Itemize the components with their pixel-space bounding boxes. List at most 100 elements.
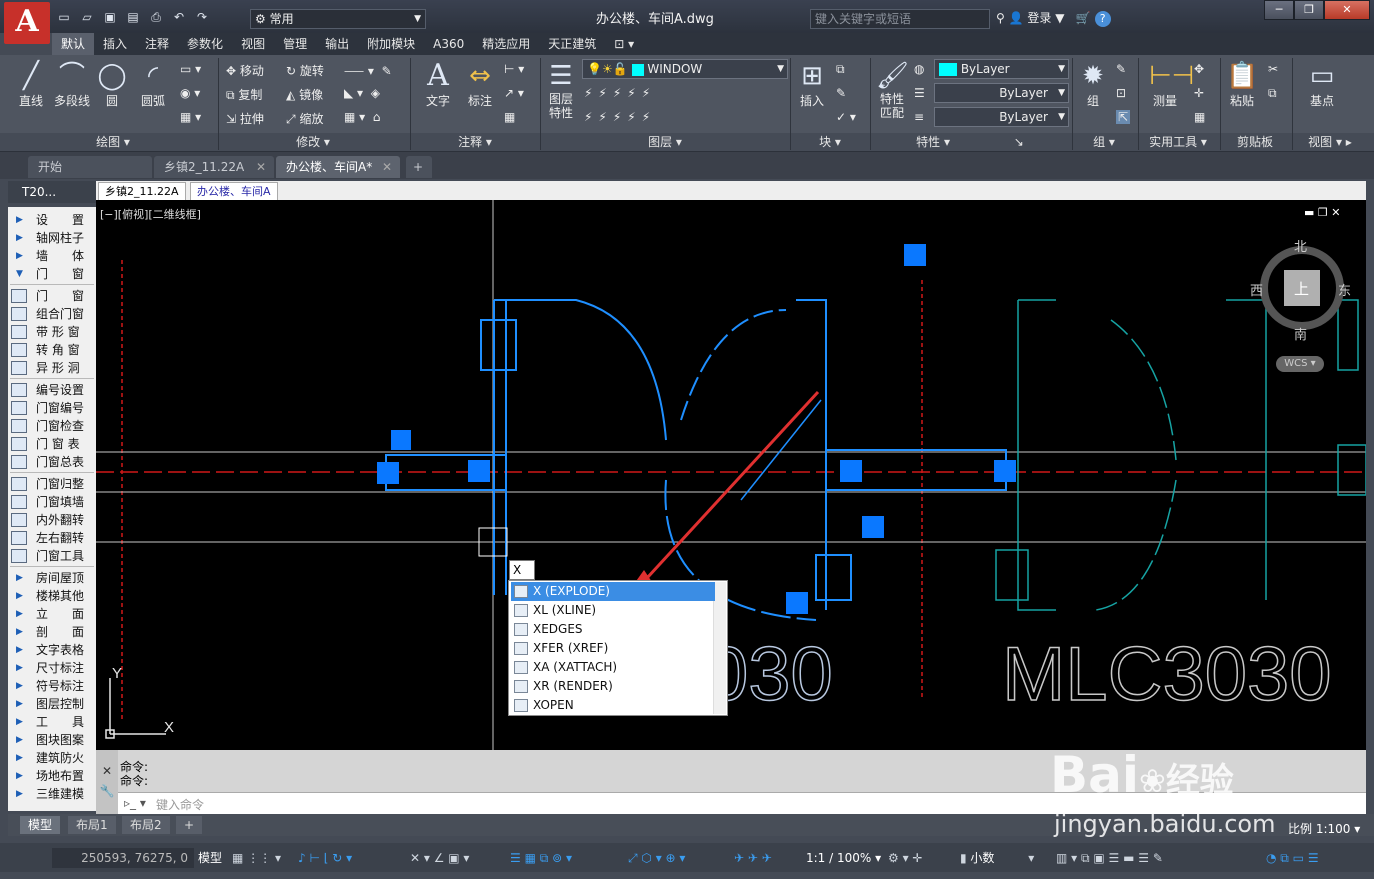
arc-button[interactable]: ◜ 圆弧 [136, 60, 170, 109]
group-button[interactable]: ✹ 组 [1076, 60, 1110, 109]
rectangle-icon[interactable]: ▭ ▾ [180, 62, 201, 76]
workspace-gear-icon[interactable]: ⚙ ▾ ✛ [888, 848, 922, 868]
isolate-icon[interactable]: ◔ ⧉ ▭ ☰ [1266, 848, 1319, 868]
region-icon[interactable]: ▦ ▾ [180, 110, 201, 124]
sidebar-item[interactable]: ▶ 图块图案 [8, 731, 96, 749]
tab-addins[interactable]: 附加模块 [358, 33, 424, 55]
leader-icon[interactable]: ↗ ▾ [504, 86, 524, 100]
measure-button[interactable]: ⊢⊣ 测量 [1146, 60, 1194, 109]
save-as-icon[interactable]: ▤ [123, 8, 143, 26]
snap-icon[interactable]: ♪ ⊢ ⌊ ↻ ▾ [298, 848, 352, 868]
sidebar-item[interactable]: 门窗工具 [8, 547, 96, 565]
insert-block-button[interactable]: ⊞ 插入 [794, 60, 830, 109]
tab-parametric[interactable]: 参数化 [178, 33, 232, 55]
polyline-button[interactable]: ⌒ 多段线 [50, 60, 94, 109]
mirror-button[interactable]: ◭ 镜像 [286, 86, 323, 103]
sidebar-item[interactable]: 门窗填墙 [8, 493, 96, 511]
minimize-button[interactable]: ─ [1264, 0, 1294, 20]
annotation-scale-icon[interactable]: ✈ ✈ ✈ [734, 848, 772, 868]
view-panel-label[interactable]: 视图 ▾ ▸ [1292, 133, 1368, 151]
sidebar-item[interactable]: 门窗检查 [8, 417, 96, 435]
modify-panel-label[interactable]: 修改 ▾ [218, 133, 408, 151]
line-button[interactable]: ╱ 直线 [14, 60, 48, 109]
print-icon[interactable]: ⎙ [146, 8, 166, 26]
close-command-icon[interactable]: ✕ [96, 764, 118, 778]
cart-icon[interactable]: 🛒 [1076, 11, 1091, 25]
paste-button[interactable]: 📋 粘贴 [1224, 60, 1260, 109]
sidebar-item[interactable]: ▶ 轴网柱子 [8, 229, 96, 247]
autocomplete-item[interactable]: XFER (XREF) [511, 639, 715, 658]
sidebar-item[interactable]: ▶ 墙 体 [8, 247, 96, 265]
base-view-button[interactable]: ▭ 基点 [1300, 60, 1344, 109]
application-menu-button[interactable]: A [4, 2, 50, 44]
dimension-button[interactable]: ⇔ 标注 [462, 60, 498, 109]
match-properties-button[interactable]: 🖌 特性 匹配 [874, 60, 910, 120]
annotation-panel-label[interactable]: 注释 ▾ [410, 133, 540, 151]
tab-view[interactable]: 视图 [232, 33, 274, 55]
compass-east[interactable]: 东 [1338, 280, 1351, 299]
lineweight-icon[interactable]: ≡ [914, 110, 924, 124]
command-prompt-icon[interactable]: ▹_ ▾ [124, 796, 146, 810]
sidebar-item[interactable]: ▶ 建筑防火 [8, 749, 96, 767]
tab-layout2[interactable]: 布局2 [122, 816, 170, 834]
redo-icon[interactable]: ↷ [192, 8, 212, 26]
autocomplete-item[interactable]: XL (XLINE) [511, 601, 715, 620]
sidebar-item[interactable]: 转 角 窗 [8, 341, 96, 359]
sidebar-item[interactable]: 门窗编号 [8, 399, 96, 417]
copy-button[interactable]: ⧉ 复制 [226, 86, 262, 103]
sidebar-item[interactable]: 门 窗 表 [8, 435, 96, 453]
help-icon[interactable]: ? [1094, 11, 1111, 27]
save-icon[interactable]: ▣ [100, 8, 120, 26]
table-icon[interactable]: ▦ [504, 110, 515, 124]
tab-manage[interactable]: 管理 [274, 33, 316, 55]
autocomplete-item[interactable]: XR (RENDER) [511, 677, 715, 696]
compass-north[interactable]: 北 [1294, 236, 1307, 255]
ortho-icon[interactable]: ✕ ▾ ∠ ▣ ▾ [410, 848, 469, 868]
utilities-panel-label[interactable]: 实用工具 ▾ [1138, 133, 1218, 151]
sidebar-item[interactable]: 门窗总表 [8, 453, 96, 471]
block-panel-label[interactable]: 块 ▾ [790, 133, 870, 151]
text-button[interactable]: A 文字 [420, 60, 456, 109]
tab-default[interactable]: 默认 [52, 33, 95, 55]
array-icon[interactable]: ▦ ▾ ⌂ [344, 110, 380, 124]
layer-properties-button[interactable]: ☰ 图层 特性 [544, 60, 578, 120]
status-tools-icon[interactable]: ▥ ▾ ⧉ ▣ ☰ ▬ ☰ ✎ [1056, 848, 1163, 868]
wcs-menu[interactable]: WCS ▾ [1276, 356, 1324, 372]
autocomplete-item[interactable]: XEDGES [511, 620, 715, 639]
lineweight-toggle-icon[interactable]: ☰ ▦ ⧉ ⊚ ▾ [510, 848, 572, 868]
new-tab-button[interactable]: + [406, 156, 432, 178]
sidebar-item[interactable]: ▶ 房间屋顶 [8, 569, 96, 587]
color-select[interactable]: ByLayer ▼ [934, 59, 1069, 79]
attribute-icon[interactable]: ✓ ▾ [836, 110, 856, 124]
customize-icon[interactable]: 🔧 [96, 784, 118, 798]
login-button[interactable]: ⚲ 👤 登录 ▼ 🛒 ? [996, 9, 1111, 27]
viewport-scale[interactable]: 比例 1:100 ▾ [1288, 820, 1360, 837]
sidebar-item[interactable]: 编号设置 [8, 381, 96, 399]
sidebar-item[interactable]: ▶ 楼梯其他 [8, 587, 96, 605]
sidebar-item[interactable]: ▶ 工 具 [8, 713, 96, 731]
rotate-button[interactable]: ↻ 旋转 [286, 62, 324, 79]
move-button[interactable]: ✥ 移动 [226, 62, 264, 79]
sidebar-item[interactable]: 异 形 洞 [8, 359, 96, 377]
circle-button[interactable]: ◯ 圆 [96, 60, 128, 109]
sidebar-item[interactable]: 门 窗 [8, 287, 96, 305]
groups-panel-label[interactable]: 组 ▾ [1072, 133, 1136, 151]
close-button[interactable]: ✕ [1324, 0, 1370, 20]
fillet-icon[interactable]: ◣ ▾ ◈ [344, 86, 380, 100]
sidebar-item[interactable]: 左右翻转 [8, 529, 96, 547]
command-window-handle[interactable]: ✕ 🔧 [96, 750, 118, 814]
viewcube-top-label[interactable]: 上 [1294, 278, 1309, 299]
autocomplete-item[interactable]: XOPEN [511, 696, 715, 715]
sidebar-item[interactable]: ▶ 场地布置 [8, 767, 96, 785]
sidebar-item[interactable]: ▶ 符号标注 [8, 677, 96, 695]
drawing-tab-office[interactable]: 办公楼、车间A [190, 182, 278, 200]
tab-insert[interactable]: 插入 [94, 33, 136, 55]
file-tab-town[interactable]: 乡镇2_11.22A ✕ [154, 156, 274, 178]
sidebar-item[interactable]: 内外翻转 [8, 511, 96, 529]
tab-annotate[interactable]: 注释 [136, 33, 178, 55]
edit-block-icon[interactable]: ✎ [836, 86, 846, 100]
tab-model[interactable]: 模型 [20, 816, 61, 834]
cut-icon[interactable]: ✂ [1268, 62, 1278, 76]
tab-featured-apps[interactable]: 精选应用 [473, 33, 539, 55]
compass-west[interactable]: 西 [1250, 280, 1263, 299]
